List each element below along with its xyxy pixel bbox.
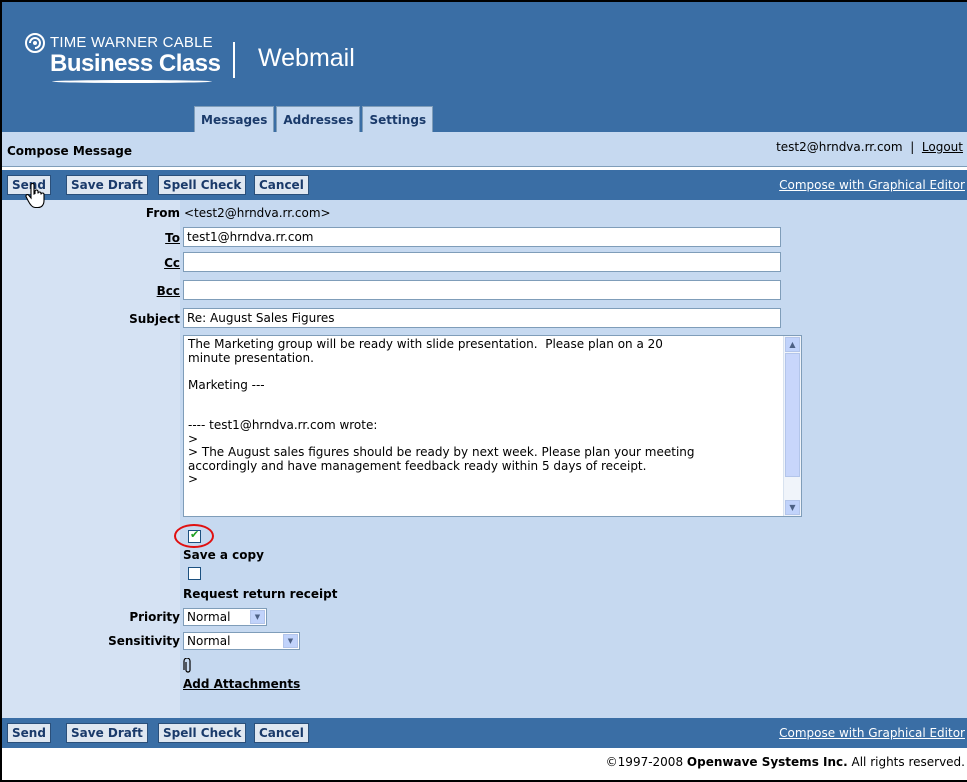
save-copy-label: Save a copy <box>183 548 264 562</box>
chevron-down-icon: ▼ <box>283 634 298 648</box>
separator: | <box>910 140 915 154</box>
cancel-button[interactable]: Cancel <box>254 175 309 195</box>
bottom-toolbar: Send Save Draft Spell Check Cancel Compo… <box>2 718 967 748</box>
save-draft-button[interactable]: Save Draft <box>66 175 148 195</box>
hand-pointer-icon <box>25 183 45 209</box>
message-body-text: The Marketing group will be ready with s… <box>188 337 695 486</box>
paperclip-icon <box>183 658 191 673</box>
swirl-logo-icon <box>25 33 45 53</box>
save-draft-button-bottom[interactable]: Save Draft <box>66 723 148 743</box>
sensitivity-value: Normal <box>187 634 231 648</box>
copyright-footer: ©1997-2008 Openwave Systems Inc. All rig… <box>606 755 965 769</box>
sensitivity-select[interactable]: Normal ▼ <box>183 632 300 650</box>
return-receipt-label: Request return receipt <box>183 587 338 601</box>
tab-messages[interactable]: Messages <box>194 106 275 133</box>
chevron-down-icon: ▼ <box>250 610 265 624</box>
main-tabs: Messages Addresses Settings <box>194 106 434 134</box>
scroll-up-icon[interactable]: ▲ <box>785 337 800 352</box>
message-body-textarea[interactable]: The Marketing group will be ready with s… <box>183 335 802 517</box>
brand-divider <box>233 42 235 78</box>
header: TIME WARNER CABLE Business Class Webmail… <box>2 2 967 134</box>
subheader: Compose Message test2@hrndva.rr.com | Lo… <box>2 132 967 167</box>
message-scrollbar[interactable]: ▲ ▼ <box>783 336 801 516</box>
graphical-editor-link-bottom[interactable]: Compose with Graphical Editor <box>779 726 965 740</box>
brand-line2: Business Class <box>50 50 221 77</box>
send-button-bottom[interactable]: Send <box>7 723 51 743</box>
sensitivity-label: Sensitivity <box>108 634 180 648</box>
app-title: Webmail <box>258 44 355 72</box>
to-label-link[interactable]: To <box>165 231 180 245</box>
copyright-rights: All rights reserved. <box>847 755 966 769</box>
tab-settings[interactable]: Settings <box>362 106 434 133</box>
add-attachments-link[interactable]: Add Attachments <box>183 677 300 691</box>
copyright-company: Openwave Systems Inc. <box>686 755 848 769</box>
logout-link[interactable]: Logout <box>922 140 963 154</box>
subject-field[interactable]: Re: August Sales Figures <box>183 308 781 328</box>
user-email: test2@hrndva.rr.com <box>776 140 903 154</box>
page-title: Compose Message <box>7 144 133 158</box>
priority-label: Priority <box>129 610 180 624</box>
compose-form: From <test2@hrndva.rr.com> To test1@hrnd… <box>2 200 967 718</box>
cc-field[interactable] <box>183 252 781 272</box>
return-receipt-checkbox[interactable] <box>188 567 201 580</box>
tab-addresses[interactable]: Addresses <box>276 106 361 133</box>
brand-line1: TIME WARNER CABLE <box>50 34 213 51</box>
subject-label: Subject <box>129 312 180 326</box>
spell-check-button[interactable]: Spell Check <box>158 175 247 195</box>
spell-check-button-bottom[interactable]: Spell Check <box>158 723 247 743</box>
graphical-editor-link[interactable]: Compose with Graphical Editor <box>779 178 965 192</box>
bcc-field[interactable] <box>183 280 781 300</box>
bcc-label-link[interactable]: Bcc <box>157 284 180 298</box>
cancel-button-bottom[interactable]: Cancel <box>254 723 309 743</box>
cc-label-link[interactable]: Cc <box>164 256 180 270</box>
scroll-thumb[interactable] <box>785 353 800 477</box>
priority-select[interactable]: Normal ▼ <box>183 608 267 626</box>
highlight-circle <box>174 524 214 548</box>
from-label: From <box>145 206 180 220</box>
top-toolbar: Send Save Draft Spell Check Cancel Compo… <box>2 170 967 200</box>
brand-underline <box>52 80 212 83</box>
user-area: test2@hrndva.rr.com | Logout <box>776 140 963 154</box>
priority-value: Normal <box>187 610 231 624</box>
to-field[interactable]: test1@hrndva.rr.com <box>183 227 781 247</box>
from-value: <test2@hrndva.rr.com> <box>184 206 331 220</box>
scroll-down-icon[interactable]: ▼ <box>785 500 800 515</box>
copyright-year: ©1997-2008 <box>605 755 687 769</box>
